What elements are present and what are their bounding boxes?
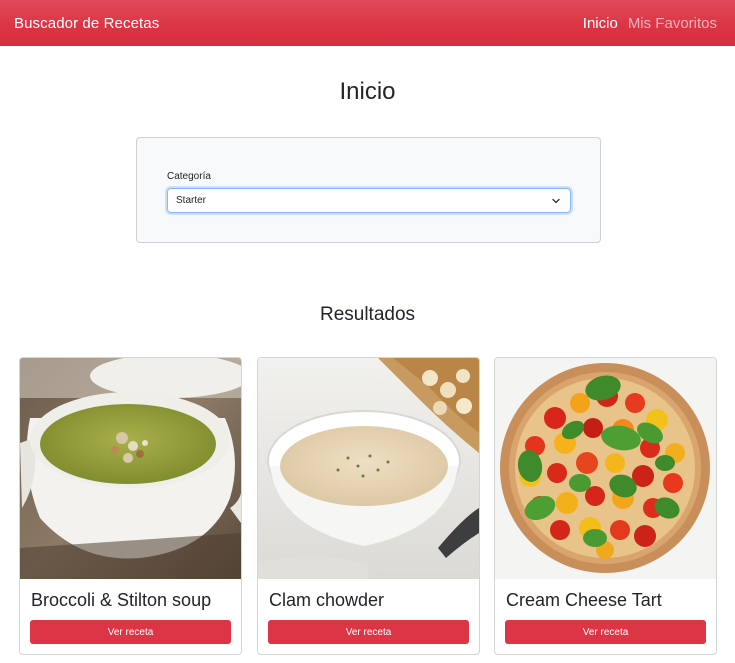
chevron-down-icon <box>551 196 561 206</box>
category-label: Categoría <box>167 171 211 182</box>
category-select[interactable]: Starter <box>167 188 571 213</box>
filter-card: Categoría Starter <box>136 137 601 243</box>
recipe-card: Cream Cheese Tart Ver receta <box>494 357 717 655</box>
view-recipe-button[interactable]: Ver receta <box>505 620 706 644</box>
page-title: Inicio <box>339 78 396 105</box>
navbar-brand[interactable]: Buscador de Recetas <box>14 15 159 32</box>
nav-link-favoritos[interactable]: Mis Favoritos <box>628 15 717 32</box>
recipe-title: Cream Cheese Tart <box>506 590 662 610</box>
recipe-image-clam-chowder <box>258 358 479 579</box>
recipe-image-broccoli-soup <box>20 358 241 579</box>
recipe-title: Broccoli & Stilton soup <box>31 590 212 610</box>
view-recipe-button[interactable]: Ver receta <box>30 620 231 644</box>
nav-link-inicio[interactable]: Inicio <box>583 15 618 32</box>
recipe-image-cream-cheese-tart <box>495 358 716 579</box>
recipe-card: Broccoli & Stilton soup Ver receta <box>19 357 242 655</box>
view-recipe-button[interactable]: Ver receta <box>268 620 469 644</box>
recipe-title: Clam chowder <box>269 590 385 610</box>
category-select-value: Starter <box>176 195 207 206</box>
results-title: Resultados <box>319 304 416 325</box>
nav-links: Inicio Mis Favoritos <box>583 15 717 32</box>
navbar: Buscador de Recetas Inicio Mis Favoritos <box>0 0 735 46</box>
recipe-card: Clam chowder Ver receta <box>257 357 480 655</box>
